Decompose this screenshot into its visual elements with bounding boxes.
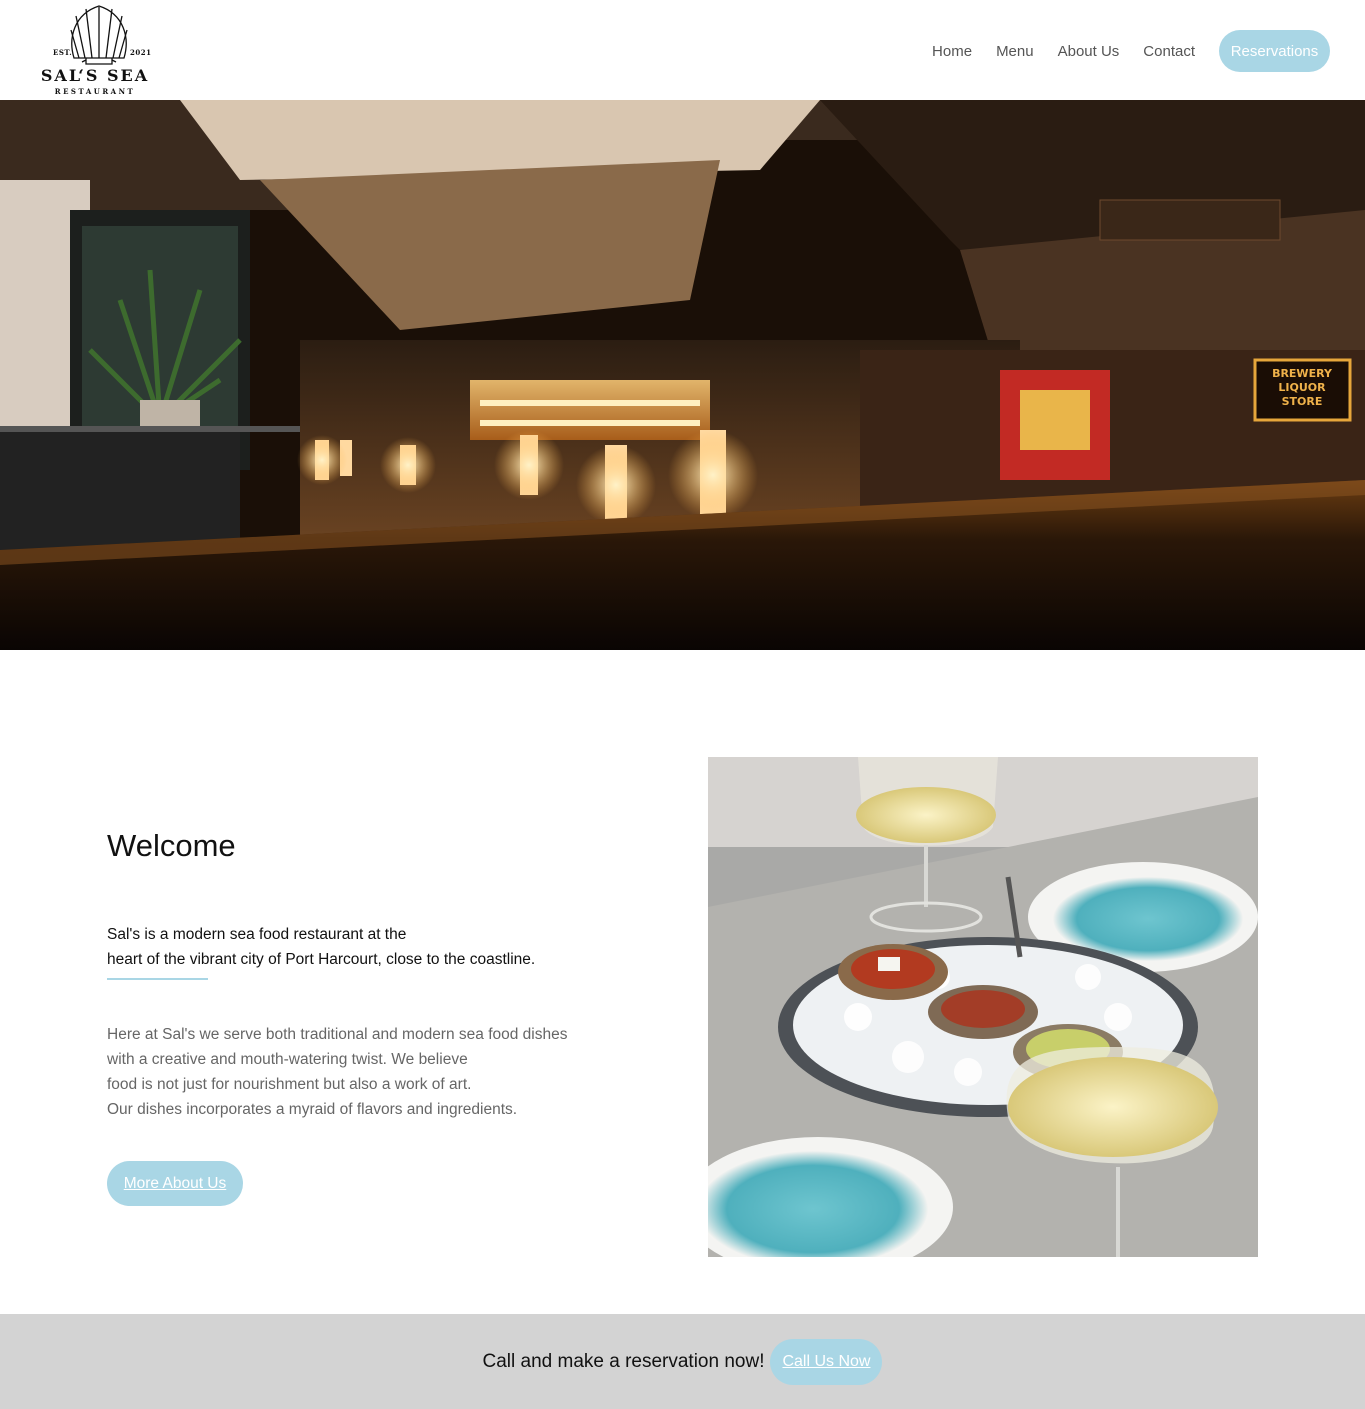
scallop-shell-icon — [70, 5, 128, 65]
logo-year: 2021 — [130, 48, 152, 57]
reservations-button[interactable]: Reservations — [1219, 30, 1330, 72]
nav-home[interactable]: Home — [932, 43, 972, 60]
site-header: EST. 2021 SAL‘S SEA RESTAURANT Home Menu… — [0, 0, 1365, 100]
welcome-body-line: Here at Sal's we serve both traditional … — [107, 1026, 568, 1043]
welcome-body-line: food is not just for nourishment but als… — [107, 1076, 472, 1093]
main-nav: Home Menu About Us Contact Reservations — [908, 30, 1330, 72]
reservation-cta: Call and make a reservation now! Call Us… — [0, 1314, 1365, 1409]
hero-sign-line2: LIQUOR — [1278, 381, 1326, 394]
welcome-lead: Sal's is a modern sea food restaurant at… — [107, 922, 627, 972]
welcome-lead-line: Sal's is a modern sea food restaurant at… — [107, 926, 407, 943]
hero-image: BREWERY LIQUOR STORE — [0, 100, 1365, 650]
cta-text: Call and make a reservation now! — [482, 1350, 765, 1372]
call-us-now-button[interactable]: Call Us Now — [770, 1338, 883, 1385]
nav-about-us[interactable]: About Us — [1058, 43, 1120, 60]
welcome-body-line: Our dishes incorporates a myraid of flav… — [107, 1101, 518, 1118]
logo-subtitle: RESTAURANT — [54, 87, 136, 96]
logo-est: EST. — [53, 48, 73, 57]
hero-sign-line1: BREWERY — [1272, 367, 1333, 380]
welcome-title: Welcome — [107, 828, 236, 863]
welcome-lead-line: heart of the vibrant city of Port Harcou… — [107, 951, 536, 968]
accent-divider — [107, 978, 208, 980]
oysters-and-wine-image — [708, 757, 1258, 1257]
welcome-body-line: with a creative and mouth-watering twist… — [107, 1051, 468, 1068]
hero-sign-line3: STORE — [1282, 395, 1323, 408]
welcome-body: Here at Sal's we serve both traditional … — [107, 1022, 667, 1122]
oysters-image — [708, 757, 1258, 1257]
logo-name: SAL‘S SEA — [40, 66, 150, 85]
logo[interactable]: EST. 2021 SAL‘S SEA RESTAURANT — [30, 2, 160, 98]
nav-menu[interactable]: Menu — [996, 43, 1034, 60]
restaurant-interior-image: BREWERY LIQUOR STORE — [0, 100, 1365, 650]
more-about-us-button[interactable]: More About Us — [107, 1161, 243, 1206]
nav-contact[interactable]: Contact — [1143, 43, 1195, 60]
